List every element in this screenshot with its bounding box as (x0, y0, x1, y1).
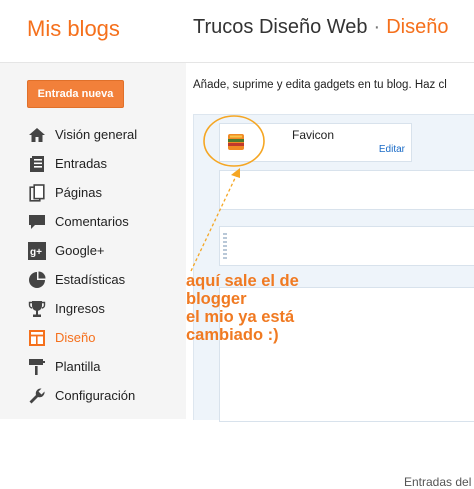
sidebar-item-label: Diseño (55, 330, 96, 345)
wrench-icon (27, 386, 47, 406)
sidebar-item-google-plus[interactable]: g+ Google+ (0, 236, 186, 265)
sidebar-item-label: Configuración (55, 388, 136, 403)
blog-name[interactable]: Trucos Diseño Web (193, 16, 368, 38)
favicon-gadget[interactable]: Favicon Editar (219, 123, 412, 162)
annotation-line: aquí sale el de (186, 272, 299, 290)
gadget-title: Favicon (292, 128, 335, 142)
annotation-line: blogger (186, 290, 247, 308)
sidebar-item-settings[interactable]: Configuración (0, 381, 186, 410)
sidebar-item-label: Ingresos (55, 301, 105, 316)
edit-gadget-link[interactable]: Editar (379, 144, 405, 155)
home-icon (27, 125, 47, 145)
title-separator: · (373, 16, 381, 38)
google-plus-icon: g+ (27, 241, 47, 261)
drag-handle[interactable] (223, 233, 227, 259)
layout-description: Añade, suprime y edita gadgets en tu blo… (193, 79, 447, 91)
sidebar-item-label: Visión general (55, 127, 138, 142)
annotation-text: aquí sale el de blogger el mio ya está c… (186, 272, 299, 344)
sidebar-item-label: Estadísticas (55, 272, 126, 287)
annotation-line: el mio ya está (186, 308, 295, 326)
stats-icon (27, 270, 47, 290)
layout-canvas: Favicon Editar Entradas del blo (193, 114, 474, 489)
sidebar-item-comments[interactable]: Comentarios (0, 207, 186, 236)
pages-icon (27, 183, 47, 203)
sidebar-item-stats[interactable]: Estadísticas (0, 265, 186, 294)
template-icon (27, 357, 47, 377)
layout-section (219, 170, 474, 210)
new-post-button[interactable]: Entrada nueva (27, 80, 124, 108)
top-bar: Mis blogs Trucos Diseño Web · Diseño (0, 0, 474, 63)
sidebar-item-template[interactable]: Plantilla (0, 352, 186, 381)
svg-text:g+: g+ (30, 247, 42, 258)
sidebar-item-label: Comentarios (55, 214, 129, 229)
layout-section (219, 226, 474, 266)
sidebar-item-overview[interactable]: Visión general (0, 120, 186, 149)
sidebar-item-label: Google+ (55, 243, 105, 258)
sidebar-nav: Visión general Entradas Páginas Comentar… (0, 120, 186, 410)
sidebar-item-posts[interactable]: Entradas (0, 149, 186, 178)
sidebar-item-pages[interactable]: Páginas (0, 178, 186, 207)
page-title: Trucos Diseño Web · Diseño (193, 16, 448, 39)
annotation-line: cambiado :) (186, 326, 279, 344)
blog-posts-label: Entradas del blo (404, 475, 474, 489)
sidebar-item-label: Páginas (55, 185, 102, 200)
trophy-icon (27, 299, 47, 319)
comments-icon (27, 212, 47, 232)
posts-icon (27, 154, 47, 174)
my-blogs-link[interactable]: Mis blogs (27, 16, 120, 42)
sidebar-item-earnings[interactable]: Ingresos (0, 294, 186, 323)
sidebar-item-layout[interactable]: Diseño (0, 323, 186, 352)
blogger-favicon-icon (228, 134, 244, 150)
section-name: Diseño (386, 16, 449, 38)
sidebar-item-label: Entradas (55, 156, 108, 171)
layout-icon (27, 328, 47, 348)
sidebar: Entrada nueva Visión general Entradas Pá… (0, 63, 186, 419)
sidebar-item-label: Plantilla (55, 359, 101, 374)
